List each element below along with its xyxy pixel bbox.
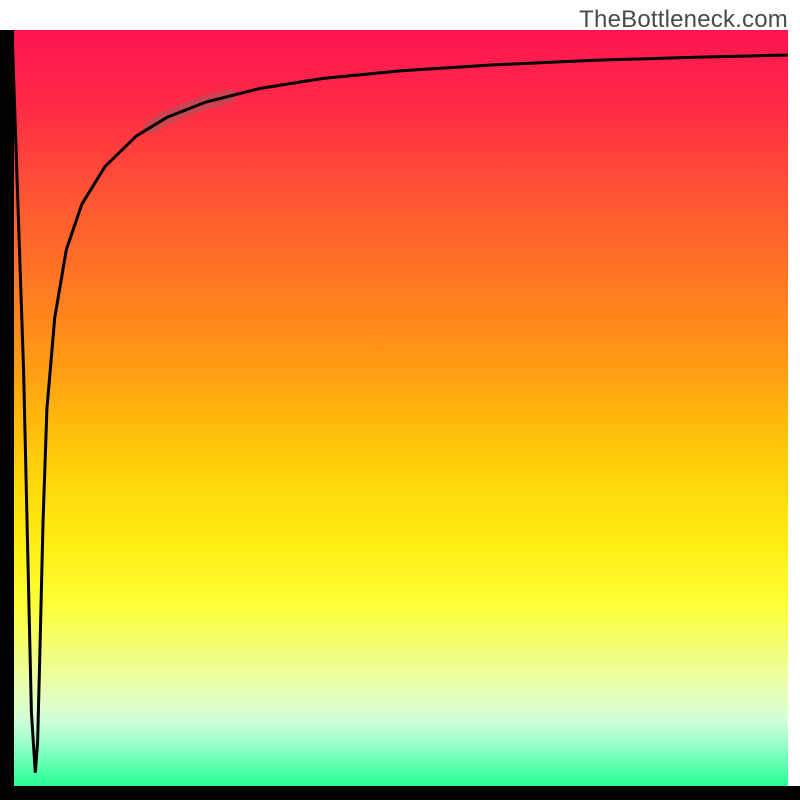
curve-svg xyxy=(12,30,788,788)
y-axis xyxy=(0,30,14,788)
main-curve xyxy=(12,30,788,773)
watermark-text: TheBottleneck.com xyxy=(579,6,788,34)
highlight-segment xyxy=(152,96,230,126)
x-axis xyxy=(0,786,800,800)
chart-container: TheBottleneck.com xyxy=(0,0,800,800)
